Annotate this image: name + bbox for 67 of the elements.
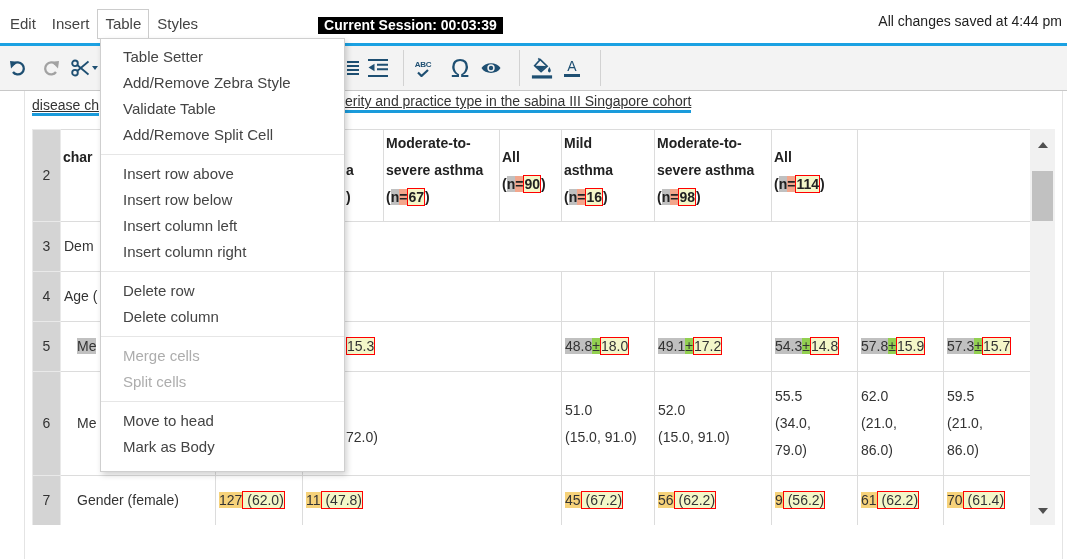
column-header: Moderate-to- severe asthma (n=67)	[386, 134, 484, 208]
undo-icon	[9, 59, 27, 77]
row-label: Me	[77, 414, 97, 433]
row-number: 4	[32, 271, 61, 322]
menu-item[interactable]: Insert row above	[101, 161, 344, 187]
eye-icon	[481, 62, 501, 74]
table-cell-text: 61 (62.2)	[861, 490, 920, 511]
spellcheck-button[interactable]: ABC	[410, 53, 436, 83]
menu-item[interactable]: Insert column right	[101, 239, 344, 265]
table-cell-text: 62.0 (21.0, 86.0)	[861, 387, 897, 460]
menu-item[interactable]: Insert column left	[101, 213, 344, 239]
menu-tab[interactable]: Styles	[149, 9, 207, 39]
table-cell-text: 59.5 (21.0, 86.0)	[947, 387, 983, 460]
table-cell-text: 15.3	[346, 336, 376, 357]
menu-item[interactable]: Validate Table	[101, 96, 344, 122]
font-color-button[interactable]: A	[559, 53, 585, 83]
row-label: Gender (female)	[77, 491, 179, 510]
column-header: Mild asthma (n=16)	[564, 134, 614, 208]
row-label: Me	[77, 337, 97, 356]
paint-bucket-icon	[531, 57, 553, 79]
save-status: All changes saved at 4:44 pm	[878, 12, 1062, 30]
column-header: a )	[346, 161, 354, 207]
row-number: 5	[32, 321, 61, 372]
table-cell-text: 56 (62.2)	[658, 490, 717, 511]
column-header: char	[63, 148, 93, 167]
redo-icon	[42, 59, 60, 77]
scrollbar[interactable]	[1030, 129, 1055, 525]
row-number: 3	[32, 221, 61, 272]
column-header: All (n=90)	[502, 147, 546, 195]
justify-lines-icon	[347, 61, 359, 75]
row-number: 2	[32, 129, 61, 222]
column-header: Moderate-to- severe asthma (n=98)	[657, 134, 755, 208]
check-icon	[417, 68, 429, 77]
scissors-icon	[70, 59, 89, 77]
row-number: 6	[32, 371, 61, 476]
column-header: All (n=114)	[774, 147, 825, 195]
menu-item[interactable]: Add/Remove Split Cell	[101, 122, 344, 148]
menu-item[interactable]: Mark as Body	[101, 434, 344, 460]
down-triangle-icon	[1037, 508, 1048, 514]
table-cell-text: 9 (56.2)	[775, 490, 826, 511]
table-cell-text: 11 (47.8)	[306, 490, 363, 511]
row-label: Dem	[64, 237, 94, 256]
table-cell-text: 52.0 (15.0, 91.0)	[658, 400, 730, 447]
table-cell-text: 127 (62.0)	[219, 490, 285, 511]
menu-item[interactable]: Table Setter	[101, 44, 344, 70]
scrollbar-thumb[interactable]	[1032, 171, 1053, 221]
outdent-icon	[368, 59, 388, 77]
table-cell-text: 45 (67.2)	[565, 490, 624, 511]
special-character-button[interactable]: Ω	[447, 53, 473, 83]
menu-tab[interactable]: Insert	[43, 9, 98, 39]
menu-item[interactable]: Delete column	[101, 304, 344, 330]
menu-item[interactable]: Add/Remove Zebra Style	[101, 70, 344, 96]
menu-tab[interactable]: Table	[97, 9, 150, 39]
row-label: Age (	[64, 287, 98, 306]
caret-icon	[91, 66, 98, 70]
row-number: 7	[32, 475, 61, 525]
table-cell-text: 70 (61.4)	[947, 490, 1006, 511]
menu-item[interactable]: Delete row	[101, 278, 344, 304]
table-cell-text: 72.0)	[346, 427, 378, 447]
menu-item[interactable]: Move to head	[101, 408, 344, 434]
table-cell-text: 51.0 (15.0, 91.0)	[565, 400, 637, 447]
up-triangle-icon	[1037, 142, 1048, 148]
table-caption: erity and practice type in the sabina III Singapore cohort	[345, 93, 692, 113]
table-cell-text: 55.5 (34.0, 79.0)	[775, 387, 811, 460]
menu-item[interactable]: Insert row below	[101, 187, 344, 213]
session-timer: Current Session: 00:03:39	[318, 17, 503, 34]
menu-tab[interactable]: Edit	[2, 9, 44, 39]
